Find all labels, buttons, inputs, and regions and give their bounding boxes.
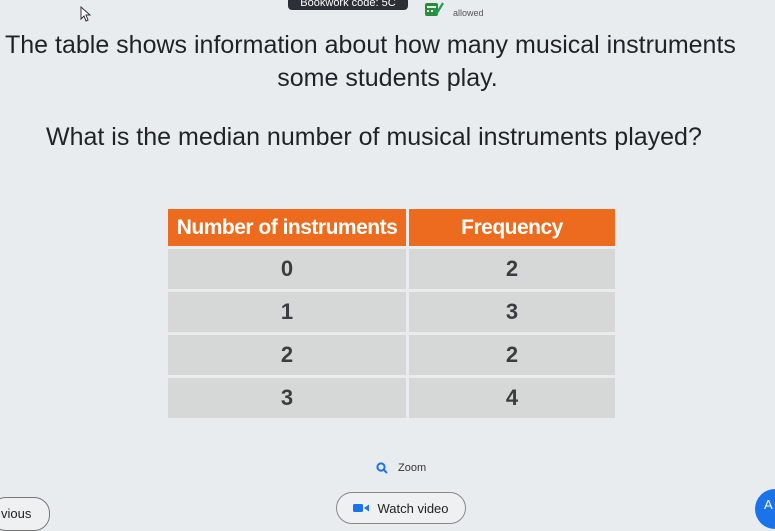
- watch-video-button[interactable]: Watch video: [336, 492, 466, 524]
- zoom-label: Zoom: [398, 462, 427, 474]
- table-cell-instruments: 2: [168, 335, 406, 375]
- column-header-instruments: Number of instruments: [168, 209, 406, 246]
- table-header-row: Number of instruments Frequency: [168, 209, 615, 246]
- table-cell-frequency: 3: [409, 292, 615, 332]
- watch-video-label: Watch video: [377, 500, 449, 516]
- table-row: 2 2: [168, 335, 615, 375]
- table-row: 1 3: [168, 292, 615, 332]
- mouse-cursor-icon: [80, 6, 92, 22]
- answer-button[interactable]: A: [755, 489, 775, 529]
- table-cell-frequency: 4: [409, 378, 615, 418]
- answer-label: A: [764, 497, 773, 512]
- table-row: 0 2: [168, 249, 615, 289]
- table-cell-instruments: 0: [168, 249, 406, 289]
- column-header-frequency: Frequency: [409, 209, 615, 246]
- previous-button[interactable]: vious: [0, 497, 50, 531]
- frequency-table: Number of instruments Frequency 0 2 1 3 …: [165, 206, 618, 421]
- table-row: 3 4: [168, 378, 615, 418]
- zoom-button[interactable]: Zoom: [376, 462, 426, 474]
- previous-label: vious: [1, 506, 32, 521]
- table-cell-frequency: 2: [409, 335, 615, 375]
- question-intro-line1: The table shows information about how ma…: [5, 31, 736, 59]
- question-prompt: What is the median number of musical ins…: [46, 123, 702, 151]
- question-intro-line2: some students play.: [277, 64, 498, 92]
- magnifier-icon: [376, 462, 388, 474]
- table-cell-frequency: 2: [409, 249, 615, 289]
- table-cell-instruments: 1: [168, 292, 406, 332]
- bookwork-code: Bookwork code: 5C: [288, 0, 408, 10]
- top-bar: Bookwork code: 5C allowed: [0, 0, 775, 24]
- calculator-allowed-icon: [425, 2, 444, 16]
- video-camera-icon: [353, 504, 370, 512]
- table-cell-instruments: 3: [168, 378, 406, 418]
- calculator-status: allowed: [453, 8, 484, 18]
